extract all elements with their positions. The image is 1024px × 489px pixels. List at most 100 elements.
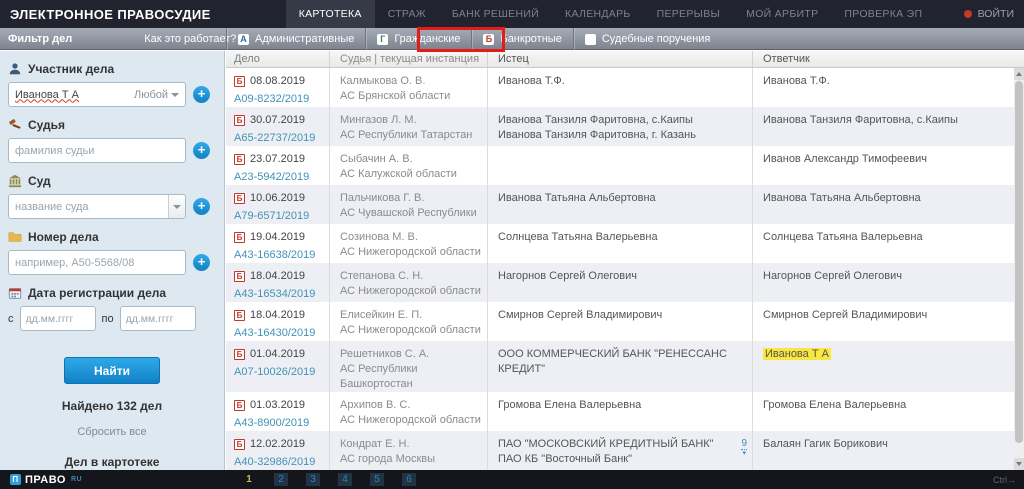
case-cell: Б18.04.2019А43-16534/2019: [226, 263, 330, 302]
pagination: 1 2 3 4 5 6: [242, 473, 416, 486]
judge-cell: Сыбачин А. В.АС Калужской области: [330, 146, 488, 185]
bankruptcy-b-icon: Б: [234, 400, 245, 411]
page-number-6[interactable]: 6: [402, 473, 416, 486]
page-number-5[interactable]: 5: [370, 473, 384, 486]
plaintiff-name: Иванова Танзиля Фаритовна, с.Каипы: [498, 113, 752, 128]
respondent-cell: Иванова Т А: [753, 341, 1024, 392]
case-top: Б12.02.2019: [234, 437, 329, 452]
case-top: Б 30.07.2019: [234, 113, 329, 128]
triangle-up-icon: [1016, 72, 1022, 76]
judge-input[interactable]: [8, 138, 186, 163]
nav-item-мой-арбитр[interactable]: МОЙ АРБИТР: [733, 0, 831, 28]
participant-scope-dropdown[interactable]: Любой: [134, 89, 179, 101]
main-nav: КАРТОТЕКАСТРАЖБАНК РЕШЕНИЙКАЛЕНДАРЬПЕРЕР…: [286, 0, 936, 28]
respondent-name: Смирнов Сергей Владимирович: [763, 308, 1024, 323]
date-from-input[interactable]: [20, 306, 96, 331]
case-type-tab-А[interactable]: ААдминистративные: [226, 28, 365, 50]
nav-item-календарь[interactable]: КАЛЕНДАРЬ: [552, 0, 644, 28]
case-cell: Б 30.07.2019 А65-22737/2019: [226, 107, 330, 146]
case-number-link[interactable]: А79-6571/2019: [234, 209, 329, 224]
case-number-link[interactable]: А43-8900/2019: [234, 416, 329, 431]
add-case-number-button[interactable]: +: [193, 254, 210, 271]
pravo-logo[interactable]: П ПРАВОRU: [10, 474, 82, 486]
login-button[interactable]: ВОЙТИ: [954, 0, 1024, 28]
court-select[interactable]: название суда: [8, 194, 186, 219]
plaintiff-name: Солнцева Татьяна Валерьевна: [498, 230, 752, 245]
case-date: 18.04.2019: [250, 269, 305, 284]
date-from-label: с: [8, 313, 14, 325]
how-it-works-link[interactable]: Как это работает?: [144, 33, 236, 45]
add-court-button[interactable]: +: [193, 198, 210, 215]
respondent-name: Иванова Т А: [763, 347, 1024, 362]
case-number-link[interactable]: А43-16534/2019: [234, 287, 329, 302]
counter-label: Дел в картотеке: [0, 455, 224, 469]
case-top: Б19.04.2019: [234, 230, 329, 245]
case-cell: Б19.04.2019 А43-16638/2019: [226, 224, 330, 263]
bankruptcy-b-icon: Б: [234, 115, 245, 126]
reset-all-link[interactable]: Сбросить все: [0, 426, 224, 438]
bankruptcy-b-icon: Б: [234, 439, 245, 450]
date-to-input[interactable]: [120, 306, 196, 331]
bankruptcy-b-icon: Б: [234, 76, 245, 87]
add-participant-button[interactable]: +: [193, 86, 210, 103]
judge-cell: Архипов В. С.АС Нижегородской области: [330, 392, 488, 431]
search-button[interactable]: Найти: [64, 357, 160, 384]
gavel-icon: [8, 118, 22, 132]
case-number-link[interactable]: А40-32986/2019: [234, 455, 329, 470]
case-type-letter-icon: [585, 34, 596, 45]
nav-item-проверка-эп[interactable]: ПРОВЕРКА ЭП: [831, 0, 935, 28]
case-number-link[interactable]: А09-8232/2019: [234, 92, 329, 107]
case-row: Б23.07.2019А23-5942/2019Сыбачин А. В.АС …: [226, 146, 1024, 185]
judge-section-label: Судья: [8, 118, 224, 132]
case-number-section-label: Номер дела: [8, 230, 224, 244]
scroll-up-button[interactable]: [1014, 68, 1024, 80]
case-number-input[interactable]: [8, 250, 186, 275]
plaintiff-cell: Громова Елена Валерьевна: [488, 392, 753, 431]
ctrl-next-hint: Ctrl→: [993, 475, 1016, 485]
add-judge-button[interactable]: +: [193, 142, 210, 159]
scroll-down-button[interactable]: [1014, 458, 1024, 470]
column-header-judge: Судья | текущая инстанция: [330, 51, 488, 67]
case-date: 08.08.2019: [250, 74, 305, 89]
case-date: 23.07.2019: [250, 152, 305, 167]
page-number-3[interactable]: 3: [306, 473, 320, 486]
plaintiff-name: Иванова Танзиля Фаритовна, г. Казань: [498, 128, 752, 143]
case-number-link[interactable]: А07-10026/2019: [234, 365, 329, 380]
respondent-cell: Иванова Татьяна Альбертовна: [753, 185, 1024, 224]
scrollbar-thumb[interactable]: [1015, 81, 1023, 443]
nav-item-картотека[interactable]: КАРТОТЕКА: [286, 0, 375, 28]
nav-item-банк-решений[interactable]: БАНК РЕШЕНИЙ: [439, 0, 552, 28]
page-number-1[interactable]: 1: [242, 473, 256, 486]
judge-cell: Решетников С. А.АС Республики Башкортост…: [330, 341, 488, 392]
case-number-link[interactable]: А65-22737/2019: [234, 131, 329, 146]
participant-input[interactable]: Иванова Т А Любой: [8, 82, 186, 107]
plaintiff-name: ООО КОММЕРЧЕСКИЙ БАНК "РЕНЕССАНС КРЕДИТ": [498, 347, 752, 377]
case-number-link[interactable]: А23-5942/2019: [234, 170, 329, 185]
respondent-name: Иванов Александр Тимофеевич: [763, 152, 1024, 167]
nav-item-перерывы[interactable]: ПЕРЕРЫВЫ: [644, 0, 734, 28]
select-arrow-icon[interactable]: [168, 195, 185, 218]
vertical-scrollbar[interactable]: [1014, 68, 1024, 470]
page-number-4[interactable]: 4: [338, 473, 352, 486]
court-name: АС Чувашской Республики: [340, 206, 487, 221]
case-row: Б08.08.2019А09-8232/2019Калмыкова О. В.А…: [226, 68, 1024, 107]
nav-item-страж[interactable]: СТРАЖ: [375, 0, 439, 28]
case-cell: Б01.03.2019А43-8900/2019: [226, 392, 330, 431]
respondent-cell: Иванова Т.Ф.: [753, 68, 1024, 107]
status-dot-icon: [964, 10, 972, 18]
table-header: Дело Судья | текущая инстанция Истец Отв…: [226, 51, 1024, 68]
case-type-tab-sq[interactable]: Судебные поручения: [573, 28, 722, 50]
more-parties-badge[interactable]: 9▾: [741, 440, 747, 458]
page-number-2[interactable]: 2: [274, 473, 288, 486]
case-type-tab-Г[interactable]: ГГражданские: [365, 28, 471, 50]
case-number-link[interactable]: А43-16638/2019: [234, 248, 329, 263]
participant-value: Иванова Т А: [15, 89, 79, 101]
case-top: Б01.04.2019: [234, 347, 329, 362]
plaintiff-cell: Иванова Т.Ф.: [488, 68, 753, 107]
case-date: 30.07.2019: [250, 113, 305, 128]
column-header-case: Дело: [226, 51, 330, 67]
case-type-tab-Б[interactable]: ББанкротные: [471, 28, 572, 50]
case-number-link[interactable]: А43-16430/2019: [234, 326, 329, 341]
case-type-tab-label: Судебные поручения: [602, 33, 711, 45]
results-count: Найдено 132 дел: [0, 399, 224, 413]
